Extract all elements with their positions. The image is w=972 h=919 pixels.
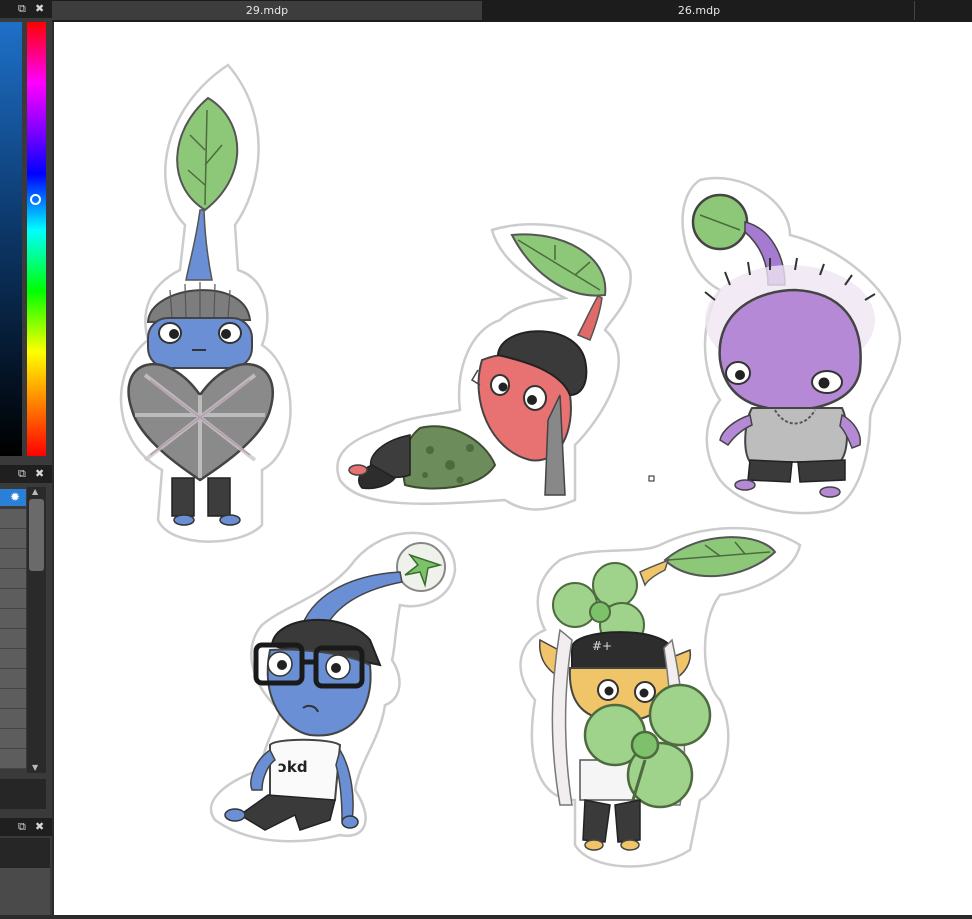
- blue-pikmin-glasses: ɔkd: [209, 531, 457, 843]
- document-tab-bar: 29.mdp 26.mdp: [52, 0, 972, 22]
- layer-row[interactable]: [0, 549, 26, 569]
- layer-scrollbar[interactable]: ▲ ▼: [27, 487, 46, 773]
- drawing-canvas[interactable]: ɔkd #+: [54, 22, 972, 915]
- hue-slider-handle[interactable]: [30, 194, 41, 205]
- detach-icon[interactable]: ⧉: [18, 820, 26, 834]
- layer-row[interactable]: [0, 689, 26, 709]
- tab-label: 26.mdp: [677, 4, 721, 17]
- bottom-panel-area: [0, 868, 50, 915]
- scroll-up-arrow-icon[interactable]: ▲: [32, 487, 38, 496]
- detach-icon[interactable]: ⧉: [18, 467, 26, 481]
- close-icon[interactable]: ✖: [35, 2, 44, 16]
- layer-row[interactable]: [0, 629, 26, 649]
- brush-cursor: [648, 475, 655, 482]
- color-saturation-field[interactable]: [0, 22, 22, 456]
- layer-row[interactable]: [0, 529, 26, 549]
- bottom-panel-header: ⧉ ✖: [0, 818, 52, 836]
- gear-icon[interactable]: ✹: [10, 489, 20, 506]
- layer-row[interactable]: [0, 669, 26, 689]
- layer-row[interactable]: [0, 729, 26, 749]
- layer-row[interactable]: [0, 569, 26, 589]
- layer-panel-footer: [0, 779, 46, 809]
- yellow-pikmin-clover: #+: [519, 526, 802, 868]
- layer-row[interactable]: [0, 749, 26, 769]
- purple-pikmin: [681, 176, 902, 515]
- tab-26-mdp[interactable]: 26.mdp: [484, 1, 915, 20]
- shirt-logo: ɔkd: [278, 758, 308, 776]
- bottom-panel-body: [0, 838, 50, 868]
- layer-row[interactable]: [0, 709, 26, 729]
- layer-row[interactable]: [0, 649, 26, 669]
- scroll-down-arrow-icon[interactable]: ▼: [32, 763, 38, 772]
- cap-logo: #+: [592, 639, 612, 653]
- blue-pikmin-helmet: [119, 63, 292, 543]
- close-icon[interactable]: ✖: [35, 820, 44, 834]
- color-panel-header: ⧉ ✖: [0, 0, 52, 18]
- scrollbar-thumb[interactable]: [29, 499, 44, 571]
- tab-29-mdp[interactable]: 29.mdp: [52, 1, 482, 20]
- layer-row-selected[interactable]: ✹: [0, 489, 26, 506]
- hue-slider[interactable]: [27, 22, 46, 456]
- left-dock: ⧉ ✖ ⧉ ✖ ✹ ▲ ▼ ⧉ ✖: [0, 0, 52, 915]
- close-icon[interactable]: ✖: [35, 467, 44, 481]
- red-pikmin-lounging: [336, 223, 632, 511]
- artwork: ɔkd #+: [119, 63, 902, 868]
- layer-row[interactable]: [0, 609, 26, 629]
- layer-panel-header: ⧉ ✖: [0, 465, 52, 483]
- layer-row[interactable]: [0, 509, 26, 529]
- layer-row[interactable]: [0, 589, 26, 609]
- detach-icon[interactable]: ⧉: [18, 2, 26, 16]
- tab-label: 29.mdp: [245, 4, 289, 17]
